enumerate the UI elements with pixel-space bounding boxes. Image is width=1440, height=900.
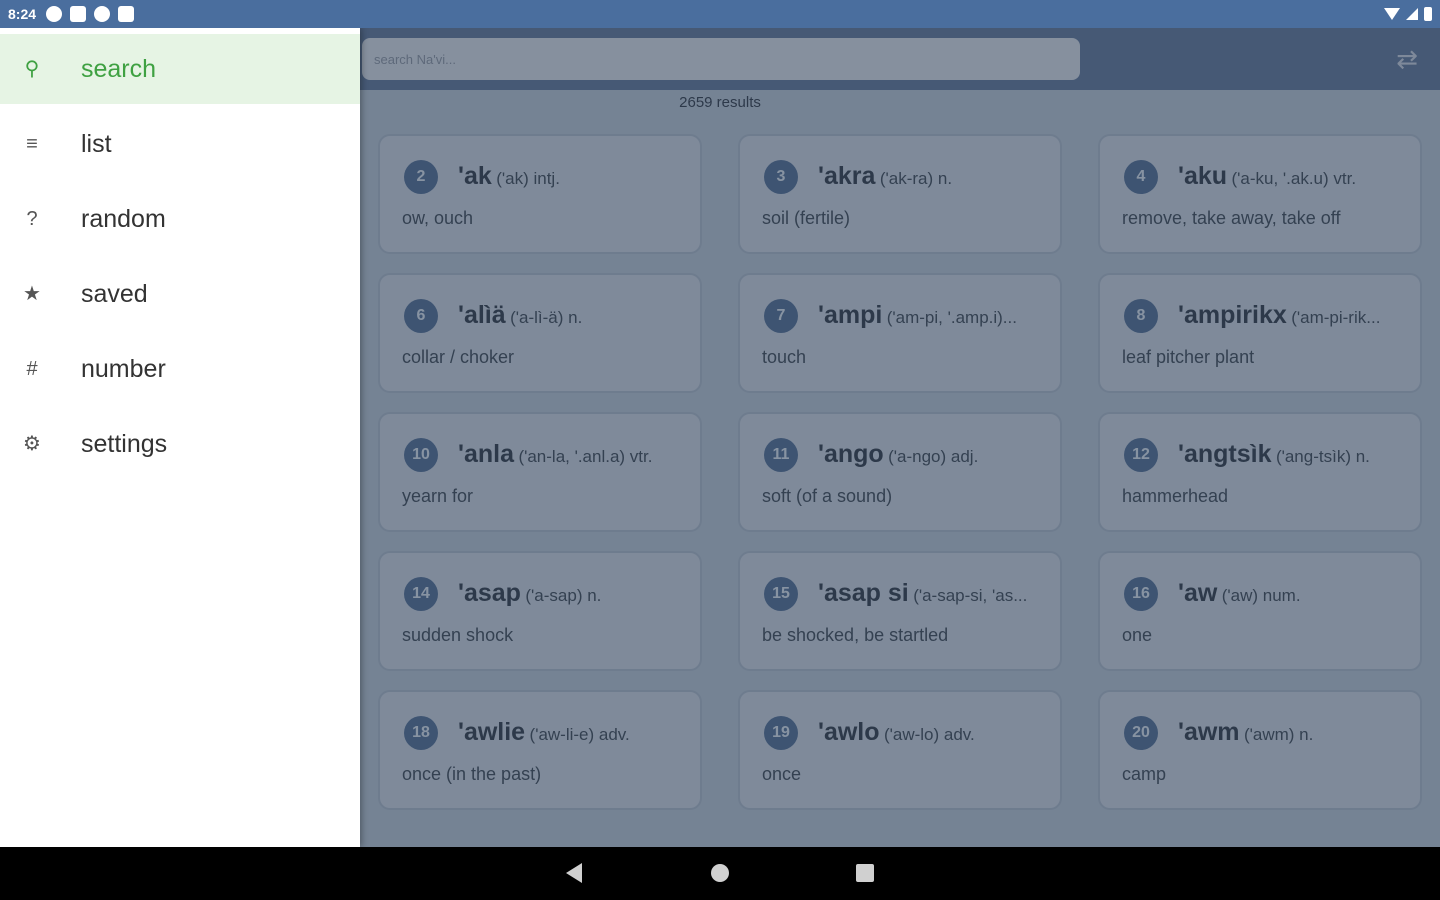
random-icon: ? (26, 208, 38, 230)
system-nav-bar (0, 847, 1440, 900)
status-bar: 8:24 (0, 0, 1440, 28)
drawer-item-random[interactable]: ? random (0, 184, 360, 254)
drawer-item-label: search (81, 54, 157, 83)
wifi-icon (1384, 8, 1400, 20)
drawer-item-label: number (81, 354, 166, 383)
drawer-item-saved[interactable]: ★ saved (0, 259, 360, 329)
drawer-item-number[interactable]: # number (0, 334, 360, 404)
notification-p-icon (94, 6, 111, 22)
notification-a-icon (46, 6, 63, 22)
drawer-item-label: list (81, 129, 112, 158)
recents-icon[interactable] (856, 864, 874, 882)
home-icon[interactable] (711, 864, 729, 882)
notification-square-icon (70, 6, 87, 22)
signal-icon (1406, 8, 1418, 20)
status-time: 8:24 (8, 6, 37, 22)
drawer-item-label: settings (81, 429, 168, 458)
star-icon: ★ (23, 283, 41, 305)
gear-icon: ⚙ (23, 433, 41, 455)
drawer-item-label: random (81, 204, 166, 233)
hash-icon: # (26, 358, 38, 380)
navigation-drawer: ⚲ search ≡ list? random ★ saved # number ⚙ setting… (0, 28, 360, 847)
notification-clipboard-icon (118, 6, 135, 22)
drawer-item-list[interactable]: ≡ list (0, 109, 360, 179)
list-icon: ≡ (26, 133, 38, 155)
search-icon: ⚲ (24, 58, 40, 80)
drawer-item-settings[interactable]: ⚙ settings (0, 409, 360, 479)
battery-icon (1424, 7, 1432, 21)
back-icon[interactable] (566, 863, 582, 883)
drawer-item-label: saved (81, 279, 148, 308)
drawer-item-search[interactable]: ⚲ search (0, 34, 360, 104)
main-content: search Na'vi... ⇄ 2659 results 2'ak ('ak… (0, 28, 1440, 847)
